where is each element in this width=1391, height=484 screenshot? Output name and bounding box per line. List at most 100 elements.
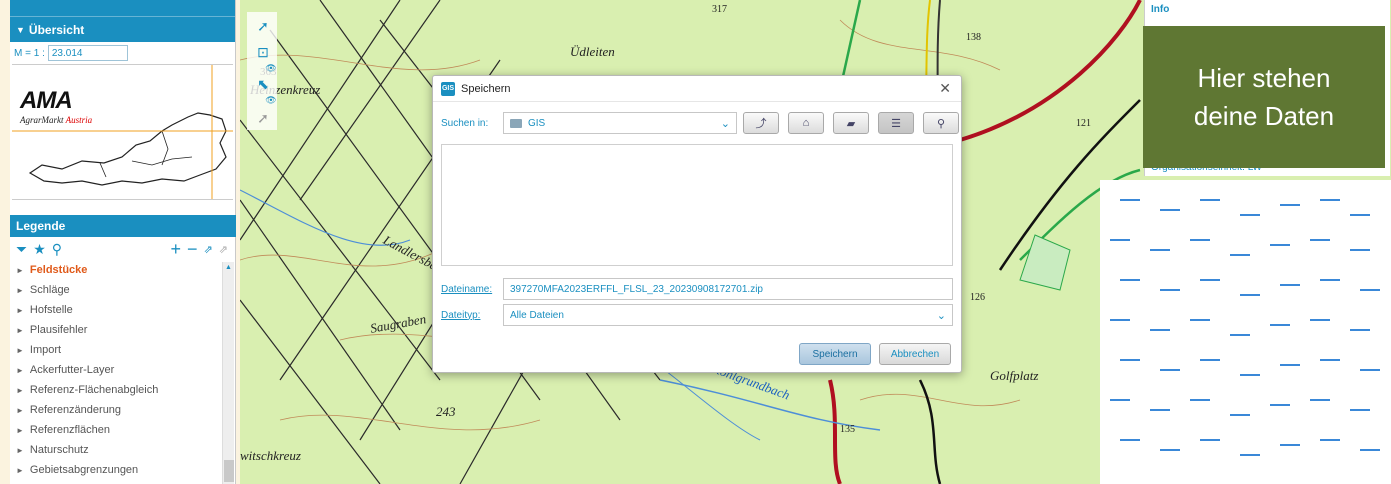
look-in-select[interactable]: GIS ⌄ (503, 112, 737, 134)
expand-icon: ► (16, 325, 24, 335)
legend-toolbar: ⏷ ★ ⚲ + − ⇗ ⇗ (10, 238, 236, 260)
legend-item-label: Feldstücke (29, 264, 88, 276)
ama-logo-subtext-black: AgrarMarkt (20, 115, 64, 125)
legend-item[interactable]: ► Import (10, 340, 222, 360)
chevron-down-icon: ⌄ (936, 309, 946, 322)
expand-icon: ► (16, 285, 24, 295)
filename-label: Dateiname: (441, 283, 493, 295)
legend-item-label: Referenzänderung (29, 404, 122, 416)
legend-item[interactable]: ► Referenzänderung (10, 400, 222, 420)
filter-icon[interactable]: ⏷ (16, 241, 27, 258)
legend-item-label: Referenz-Flächenabgleich (29, 384, 159, 396)
expand-icon: ► (16, 385, 24, 395)
expand-icon: ► (16, 345, 24, 355)
gis-app-icon: GIS (441, 81, 455, 96)
legend-item-label: Gebietsabgrenzungen (29, 464, 139, 476)
expand-icon: ► (16, 365, 24, 375)
home-icon: ⌂ (802, 117, 810, 129)
expand-icon: ► (16, 465, 24, 475)
ama-logo: AMA AgrarMarkt Austria (20, 87, 92, 125)
map-label: Golfplatz (990, 368, 1039, 383)
map-label: 126 (970, 292, 985, 303)
legend-title: Legende (16, 219, 66, 233)
filetype-select[interactable]: Alle Dateien ⌄ (503, 304, 953, 326)
map-label: 317 (712, 4, 727, 15)
map-label: 138 (966, 32, 981, 43)
overlay-line1: Hier stehen (1197, 63, 1331, 93)
filetype-value: Alle Dateien (510, 309, 564, 321)
minus-icon[interactable]: − (187, 239, 198, 260)
ama-logo-subtext: AgrarMarkt Austria (20, 115, 92, 125)
legend-item[interactable]: ► Schläge (10, 280, 222, 300)
save-dialog: GIS Speichern ✕ Suchen in: GIS ⌄ ⤴ ⌂ ▰ ☰… (432, 75, 962, 373)
details-view-button[interactable]: ⚲ (923, 112, 959, 134)
map-label: 135 (840, 424, 855, 435)
filename-input[interactable]: 397270MFA2023ERFFL_FLSL_23_2023090817270… (503, 278, 953, 300)
details-view-icon: ⚲ (936, 117, 946, 130)
eye-icon[interactable]: 👁 (261, 90, 281, 110)
legend-item-label: Hofstelle (29, 304, 73, 316)
pin-visible-icon[interactable]: ⇗ (204, 243, 213, 256)
expand-icon: ► (16, 305, 24, 315)
legend-item[interactable]: ► Hofstelle (10, 300, 222, 320)
chevron-down-icon: ⌄ (720, 117, 730, 130)
scale-input[interactable] (47, 45, 128, 61)
legend-item[interactable]: ► Referenzflächen (10, 420, 222, 440)
panel-topbar (10, 0, 235, 16)
scrollbar-thumb[interactable] (224, 460, 234, 482)
legend-scrollbar[interactable]: ▲ (222, 262, 234, 484)
legend-list: ► Feldstücke ► Schläge ► Hofstelle ► Plausif… (10, 260, 222, 480)
star-icon[interactable]: ★ (33, 241, 46, 258)
new-folder-icon: ▰ (846, 117, 856, 130)
save-button[interactable]: Speichern (799, 343, 871, 365)
folder-icon (510, 118, 522, 128)
scroll-up-icon[interactable]: ▲ (225, 264, 232, 271)
select-arrow-icon[interactable]: ➚ (253, 16, 273, 36)
map-label: witschkreuz (240, 448, 301, 463)
caret-down-icon: ▼ (16, 24, 25, 35)
disabled-arrow-icon[interactable]: ➚ (253, 108, 273, 128)
ama-logo-subtext-red: Austria (65, 115, 93, 125)
close-icon[interactable]: ✕ (939, 80, 951, 97)
expand-icon: ► (16, 445, 24, 455)
expand-icon: ► (16, 405, 24, 415)
file-list[interactable] (441, 144, 953, 266)
legend-item[interactable]: ► Gebietsabgrenzungen (10, 460, 222, 480)
list-view-icon: ☰ (891, 117, 901, 130)
new-folder-button[interactable]: ▰ (833, 112, 869, 134)
plus-icon[interactable]: + (171, 239, 182, 260)
up-folder-icon: ⤴ (755, 118, 767, 130)
list-view-button[interactable]: ☰ (878, 112, 914, 134)
scale-row: M = 1 : (10, 42, 235, 64)
austria-outline (12, 65, 233, 199)
legend-item[interactable]: ► Plausifehler (10, 320, 222, 340)
overview-title: Übersicht (28, 22, 85, 37)
legend-header[interactable]: Legende (10, 215, 236, 237)
legend-item[interactable]: ► Referenz-Flächenabgleich (10, 380, 222, 400)
map-toolbar: ➚ ⊡ 👁 ⬉ 👁 ➚ (247, 12, 277, 130)
overlay-line2: deine Daten (1193, 101, 1335, 131)
filetype-label: Dateityp: (441, 309, 481, 321)
legend-item[interactable]: ► Feldstücke (10, 260, 222, 280)
legend-item[interactable]: ► Naturschutz (10, 440, 222, 460)
pin-disabled-icon[interactable]: ⇗ (219, 243, 228, 256)
map-label: 243 (436, 404, 456, 419)
scale-label: M = 1 : (14, 47, 45, 59)
up-folder-button[interactable]: ⤴ (743, 112, 779, 134)
overview-map[interactable]: AMA AgrarMarkt Austria (12, 64, 233, 200)
filename-value: 397270MFA2023ERFFL_FLSL_23_2023090817270… (510, 283, 763, 295)
search-icon[interactable]: ⚲ (52, 241, 62, 258)
overview-header[interactable]: ▼ Übersicht (10, 16, 235, 42)
map-label: 121 (1076, 118, 1091, 129)
legend-item-label: Import (29, 344, 62, 356)
home-button[interactable]: ⌂ (788, 112, 824, 134)
cancel-button[interactable]: Abbrechen (879, 343, 951, 365)
dialog-titlebar: GIS Speichern ✕ (433, 76, 961, 102)
legend-item-label: Naturschutz (29, 444, 89, 456)
ama-logo-text: AMA (20, 87, 73, 114)
legend-item[interactable]: ► Ackerfutter-Layer (10, 360, 222, 380)
left-panel: ▼ Übersicht M = 1 : AMA AgrarMarkt Austr… (10, 0, 236, 484)
look-in-row: Suchen in: GIS ⌄ (441, 112, 737, 134)
data-overlay-box: Hier stehen deine Daten (1143, 26, 1385, 168)
dialog-title: Speichern (461, 82, 511, 95)
